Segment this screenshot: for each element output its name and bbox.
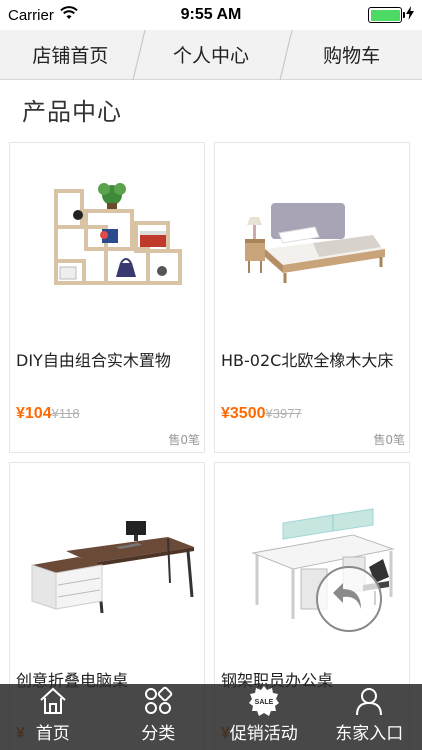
tab-home-label: 首页 bbox=[35, 724, 70, 744]
charging-icon bbox=[406, 6, 414, 24]
tab-category-label: 分类 bbox=[141, 724, 176, 744]
svg-text:SALE: SALE bbox=[254, 699, 273, 706]
tab-promotions-label: 促销活动 bbox=[229, 724, 298, 744]
tab-owner-entry-label: 东家入口 bbox=[335, 724, 404, 744]
sale-icon: SALE bbox=[248, 685, 280, 717]
tab-shopping-cart[interactable]: 购物车 bbox=[281, 30, 422, 79]
product-card[interactable]: DIY自由组合实木置物 ¥104 ¥118 售0笔 bbox=[9, 142, 205, 453]
home-icon bbox=[38, 685, 68, 717]
tab-personal-center-label: 个人中心 bbox=[173, 45, 250, 67]
tab-divider bbox=[132, 30, 146, 80]
product-current-price: ¥104 bbox=[16, 405, 52, 422]
tab-store-home[interactable]: 店铺首页 bbox=[0, 30, 141, 79]
product-name: HB-02C北欧全橡木大床 bbox=[221, 351, 394, 370]
top-nav: 店铺首页 个人中心 购物车 bbox=[0, 30, 422, 80]
product-image bbox=[18, 473, 198, 643]
tab-personal-center[interactable]: 个人中心 bbox=[141, 30, 282, 79]
tab-promotions[interactable]: SALE 促销活动 bbox=[211, 684, 317, 750]
bottom-tab-bar: 首页 分类 SALE 促销活动 东家入口 bbox=[0, 684, 422, 750]
product-current-price: ¥3500 bbox=[221, 405, 266, 422]
product-price: ¥104 ¥118 bbox=[16, 405, 80, 423]
tab-store-home-label: 店铺首页 bbox=[32, 45, 109, 67]
back-arrow-icon bbox=[329, 577, 369, 621]
product-image bbox=[18, 153, 198, 323]
carrier-label: Carrier bbox=[8, 6, 54, 24]
product-original-price: ¥118 bbox=[51, 406, 80, 421]
tab-divider bbox=[279, 30, 293, 80]
tab-home[interactable]: 首页 bbox=[0, 684, 106, 750]
product-sold-count: 售0笔 bbox=[373, 433, 405, 447]
product-price: ¥3500 ¥3977 bbox=[221, 405, 302, 423]
product-sold-count: 售0笔 bbox=[168, 433, 200, 447]
wifi-icon bbox=[60, 6, 78, 24]
product-original-price: ¥3977 bbox=[265, 406, 302, 421]
page-title: 产品中心 bbox=[22, 98, 122, 126]
tab-category[interactable]: 分类 bbox=[106, 684, 212, 750]
tab-owner-entry[interactable]: 东家入口 bbox=[317, 684, 422, 750]
user-icon bbox=[354, 685, 384, 717]
category-icon bbox=[143, 685, 173, 717]
product-image bbox=[223, 153, 403, 323]
battery-icon bbox=[368, 7, 405, 23]
status-bar: Carrier 9:55 AM bbox=[0, 0, 422, 30]
back-float-button[interactable] bbox=[316, 566, 382, 632]
product-name: DIY自由组合实木置物 bbox=[16, 351, 171, 370]
tab-shopping-cart-label: 购物车 bbox=[323, 45, 381, 67]
product-card[interactable]: HB-02C北欧全橡木大床 ¥3500 ¥3977 售0笔 bbox=[214, 142, 410, 453]
